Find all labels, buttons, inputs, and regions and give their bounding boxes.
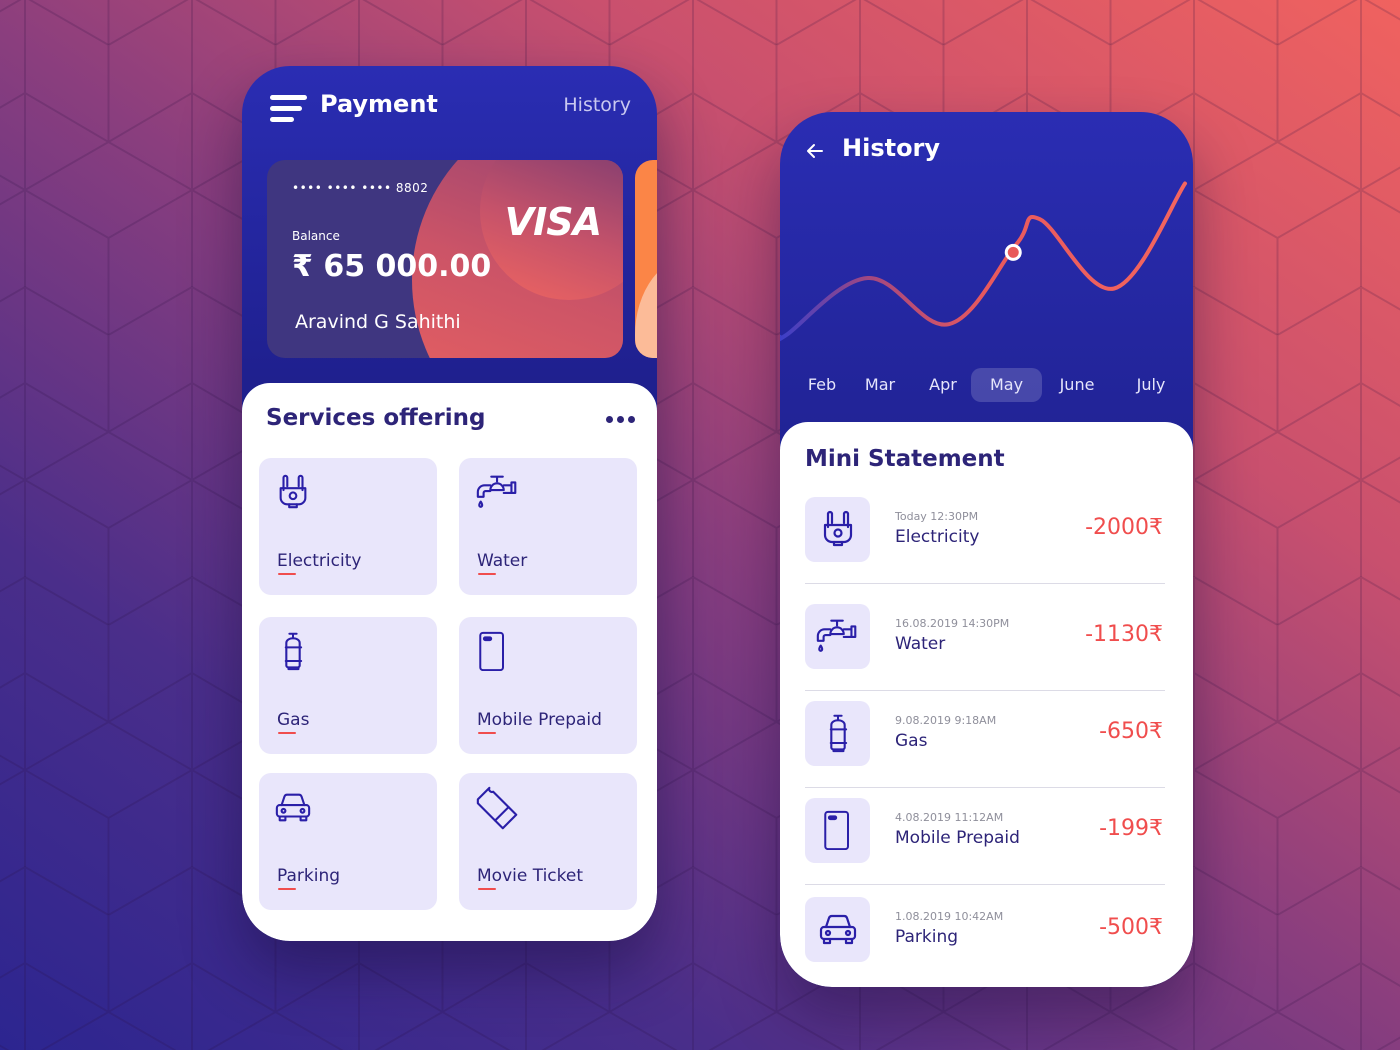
chart-highlight-point[interactable]	[1004, 243, 1022, 261]
row-divider	[805, 583, 1165, 584]
accent-underline	[278, 732, 296, 734]
service-tile-mobile-prepaid[interactable]: Mobile Prepaid	[459, 617, 637, 754]
mobile-phone-icon	[479, 631, 504, 671]
accent-underline	[278, 573, 296, 575]
history-link[interactable]: History	[563, 94, 631, 116]
more-dots-icon[interactable]	[606, 416, 635, 423]
transaction-name: Electricity	[895, 527, 980, 547]
accent-underline	[478, 573, 496, 575]
transaction-time: 9.08.2019 9:18AM	[895, 714, 997, 727]
credit-card[interactable]: •••• •••• •••• 8802 VISA Balance ₹ 65 00…	[267, 160, 623, 358]
service-label: Electricity	[277, 551, 362, 571]
car-icon	[275, 793, 311, 822]
accent-underline	[278, 888, 296, 890]
row-divider	[805, 884, 1165, 885]
balance-label: Balance	[292, 229, 340, 243]
statement-icon-box	[805, 497, 870, 562]
month-tab-apr[interactable]: Apr	[919, 368, 967, 402]
arrow-left-icon[interactable]	[804, 140, 826, 162]
service-label: Gas	[277, 710, 310, 730]
car-icon	[819, 914, 857, 945]
month-tab-may[interactable]: May	[971, 368, 1042, 402]
month-selector: Feb Mar Apr May June July	[780, 368, 1193, 404]
page-title: Payment	[320, 90, 438, 118]
transaction-time: 16.08.2019 14:30PM	[895, 617, 1010, 630]
transaction-time: Today 12:30PM	[895, 510, 979, 523]
plug-icon	[823, 510, 853, 547]
chart-series-line	[780, 181, 1187, 342]
service-label: Movie Ticket	[477, 866, 584, 886]
service-tile-water[interactable]: Water	[459, 458, 637, 595]
ticket-icon	[476, 786, 518, 830]
accent-underline	[478, 732, 496, 734]
accent-underline	[478, 888, 496, 890]
plug-icon	[279, 474, 307, 509]
month-tab-feb[interactable]: Feb	[798, 368, 846, 402]
transaction-name: Water	[895, 634, 946, 654]
statement-row[interactable]: 16.08.2019 14:30PM Water -1130₹	[805, 604, 1165, 701]
statement-row[interactable]: Today 12:30PM Electricity -2000₹	[805, 497, 1165, 594]
service-tile-parking[interactable]: Parking	[259, 773, 437, 910]
payment-header: Payment History	[242, 66, 657, 146]
transaction-name: Gas	[895, 731, 928, 751]
service-tile-electricity[interactable]: Electricity	[259, 458, 437, 595]
transaction-name: Parking	[895, 927, 959, 947]
transaction-time: 1.08.2019 10:42AM	[895, 910, 1004, 923]
services-title: Services offering	[266, 405, 486, 431]
service-label: Water	[477, 551, 528, 571]
row-divider	[805, 690, 1165, 691]
hamburger-menu-icon[interactable]	[270, 95, 308, 123]
month-tab-mar[interactable]: Mar	[856, 368, 904, 402]
transaction-time: 4.08.2019 11:12AM	[895, 811, 1004, 824]
services-panel: Services offering Electricity Water Gas …	[242, 383, 657, 941]
statement-row[interactable]: 4.08.2019 11:12AM Mobile Prepaid -199₹	[805, 798, 1165, 895]
next-card-peek[interactable]	[635, 160, 657, 358]
row-divider	[805, 787, 1165, 788]
balance-amount: ₹ 65 000.00	[292, 249, 492, 284]
history-screen: History Feb Mar Apr May June July Mini S…	[780, 112, 1193, 987]
month-tab-june[interactable]: June	[1048, 368, 1106, 402]
service-tile-gas[interactable]: Gas	[259, 617, 437, 754]
transaction-amount: -650₹	[1099, 719, 1163, 744]
page-title: History	[842, 134, 941, 162]
water-tap-icon	[476, 475, 517, 508]
gas-cylinder-icon	[284, 632, 303, 671]
card-number: •••• •••• •••• 8802	[292, 181, 429, 195]
mobile-phone-icon	[824, 810, 849, 850]
month-tab-july[interactable]: July	[1123, 368, 1179, 402]
statement-row[interactable]: 1.08.2019 10:42AM Parking -500₹	[805, 897, 1165, 987]
service-tile-movie-ticket[interactable]: Movie Ticket	[459, 773, 637, 910]
payment-screen: Payment History •••• •••• •••• 8802 VISA…	[242, 66, 657, 941]
service-label: Mobile Prepaid	[477, 710, 602, 730]
statement-icon-box	[805, 798, 870, 863]
transaction-amount: -199₹	[1099, 816, 1163, 841]
statement-icon-box	[805, 897, 870, 962]
mini-statement-title: Mini Statement	[805, 446, 1005, 472]
transaction-name: Mobile Prepaid	[895, 828, 1020, 848]
gas-cylinder-icon	[829, 714, 848, 753]
water-tap-icon	[816, 619, 857, 652]
card-holder-name: Aravind G Sahithi	[295, 311, 461, 333]
transaction-amount: -2000₹	[1085, 515, 1163, 540]
statement-icon-box	[805, 604, 870, 669]
transaction-amount: -1130₹	[1085, 622, 1163, 647]
service-label: Parking	[277, 866, 341, 886]
transaction-amount: -500₹	[1099, 915, 1163, 940]
mini-statement-panel: Mini Statement Today 12:30PM Electricity…	[780, 422, 1193, 987]
visa-logo: VISA	[504, 200, 602, 244]
statement-row[interactable]: 9.08.2019 9:18AM Gas -650₹	[805, 701, 1165, 798]
statement-icon-box	[805, 701, 870, 766]
